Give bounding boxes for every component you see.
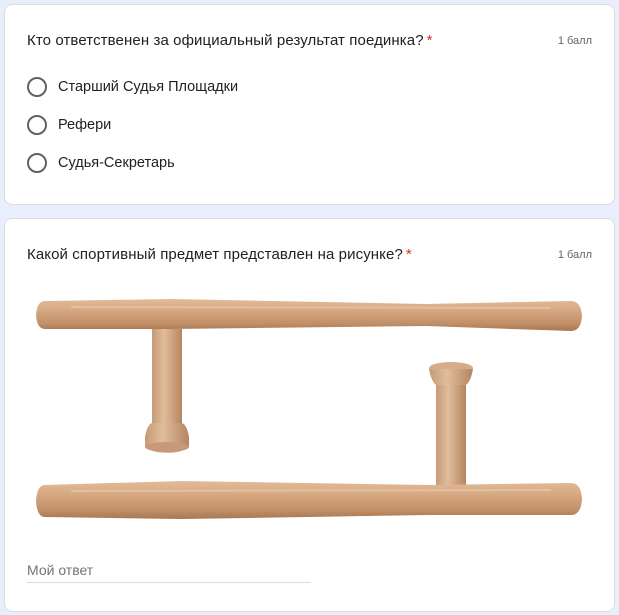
points-label: 1 балл <box>557 249 592 261</box>
option-label: Судья-Секретарь <box>58 155 175 171</box>
points-label: 1 балл <box>557 35 592 47</box>
radio-option-senior-judge[interactable]: Старший Судья Площадки <box>27 76 238 98</box>
tonfa-top-body <box>36 299 582 331</box>
radio-option-secretary-judge[interactable]: Судья-Секретарь <box>27 152 175 174</box>
option-label: Старший Судья Площадки <box>58 79 239 95</box>
required-asterisk: * <box>426 32 433 49</box>
radio-unchecked-icon[interactable] <box>27 153 47 173</box>
radio-option-referee[interactable]: Рефери <box>27 114 111 136</box>
radio-unchecked-icon[interactable] <box>27 115 47 135</box>
required-asterisk: * <box>405 246 412 263</box>
question-title-text: Кто ответственен за официальный результа… <box>27 32 424 49</box>
tonfa-image <box>36 299 582 519</box>
question-title: Какой спортивный предмет представлен на … <box>27 246 412 263</box>
question-card-2: Какой спортивный предмет представлен на … <box>4 218 615 612</box>
question-title-text: Какой спортивный предмет представлен на … <box>27 246 403 263</box>
tonfa-bottom-body <box>36 481 582 519</box>
question-title: Кто ответственен за официальный результа… <box>27 32 433 49</box>
question-card-1: Кто ответственен за официальный результа… <box>4 4 615 205</box>
tonfa-bottom-handle <box>436 385 466 485</box>
option-label: Рефери <box>58 117 112 133</box>
short-answer-input[interactable] <box>27 557 311 583</box>
tonfa-top-handle <box>152 329 182 429</box>
radio-unchecked-icon[interactable] <box>27 77 47 97</box>
